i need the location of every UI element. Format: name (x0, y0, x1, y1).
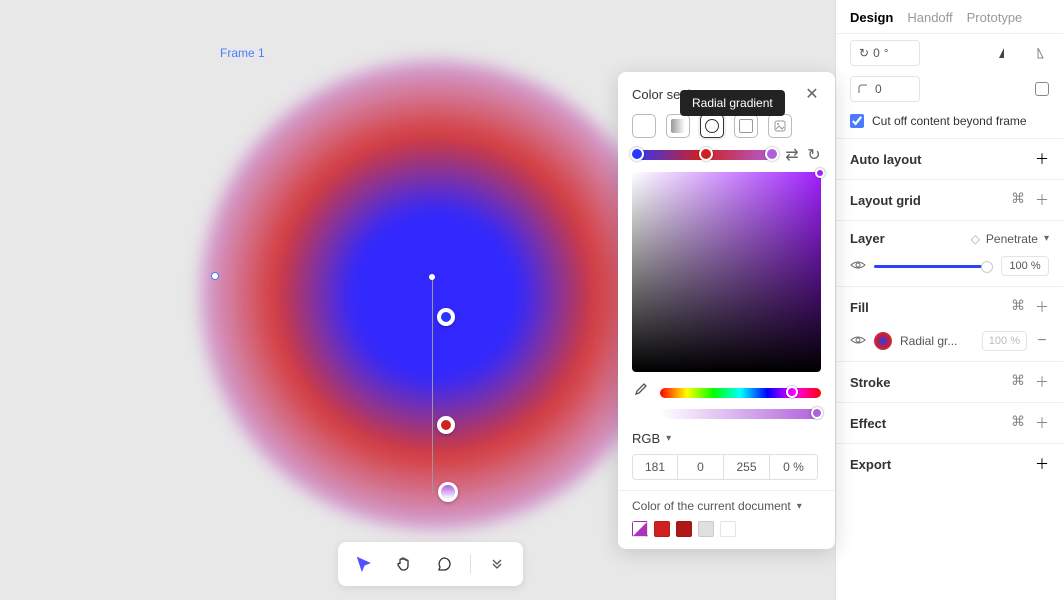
add-export-icon[interactable]: ＋ (1035, 454, 1049, 474)
section-layer: Layer (850, 231, 885, 246)
swatch[interactable] (676, 521, 692, 537)
rotate-gradient-icon[interactable]: ↻ (807, 148, 821, 162)
opacity-slider[interactable] (874, 265, 993, 268)
saturation-value-picker[interactable] (632, 172, 821, 372)
color-settings-panel: Color settings ✕ ⇄ ↻ (618, 72, 835, 549)
panel-tabs: Design Handoff Prototype (836, 0, 1063, 34)
add-auto-layout-icon[interactable]: ＋ (1035, 149, 1049, 169)
chevron-down-icon: ▾ (797, 501, 802, 512)
gradient-stop-handle-2[interactable] (437, 416, 455, 434)
color-mode-dropdown[interactable]: RGB ▾ (618, 425, 835, 450)
corner-radius-input[interactable]: 0 (850, 76, 920, 102)
more-tools-icon[interactable] (483, 550, 511, 578)
stroke-shortcut-icon[interactable]: ⌘ (1011, 372, 1025, 392)
independent-corners-icon[interactable] (1035, 82, 1049, 96)
b-input[interactable] (724, 454, 770, 480)
doc-colors-toggle[interactable]: Color of the current document ▾ (632, 499, 821, 513)
swatch[interactable] (720, 521, 736, 537)
close-icon[interactable]: ✕ (803, 84, 821, 104)
shape-radial-gradient[interactable] (200, 60, 670, 530)
rotation-input[interactable]: ↻ 0 ° (850, 40, 920, 66)
comment-tool[interactable] (430, 550, 458, 578)
gradient-center-dot[interactable] (429, 274, 435, 280)
section-stroke: Stroke (850, 375, 890, 390)
cut-off-label: Cut off content beyond frame (872, 114, 1027, 128)
alpha-input[interactable] (770, 454, 818, 480)
fill-visibility-icon[interactable] (850, 334, 866, 349)
alpha-slider[interactable] (660, 409, 821, 419)
add-fill-icon[interactable]: ＋ (1035, 297, 1049, 317)
flip-vertical-icon[interactable] (1025, 41, 1049, 65)
fill-type-solid[interactable] (632, 114, 656, 138)
blend-mode-dropdown[interactable]: ◇ Penetrate ▾ (971, 232, 1049, 246)
doc-colors-label: Color of the current document (632, 499, 791, 513)
section-effect: Effect (850, 416, 886, 431)
right-panel: Design Handoff Prototype ↻ 0 ° 0 Cut off… (835, 0, 1063, 600)
gradient-stop-handle-1[interactable] (437, 308, 455, 326)
gradient-stop-handle-3[interactable] (438, 482, 458, 502)
add-effect-icon[interactable]: ＋ (1035, 413, 1049, 433)
alpha-cursor[interactable] (811, 407, 823, 419)
chevron-down-icon: ▾ (666, 433, 671, 444)
chevron-down-icon: ▾ (1044, 233, 1049, 244)
swatch[interactable] (698, 521, 714, 537)
section-export: Export (850, 457, 891, 472)
diamond-icon: ◇ (971, 232, 980, 246)
gradient-bar-stop-3[interactable] (765, 147, 779, 161)
sv-cursor[interactable] (815, 168, 825, 178)
fill-type-linear[interactable] (666, 114, 690, 138)
section-auto-layout: Auto layout (850, 152, 922, 167)
fill-label[interactable]: Radial gr... (900, 334, 974, 348)
color-mode-label: RGB (632, 431, 660, 446)
g-input[interactable] (678, 454, 724, 480)
gradient-axis-line (432, 277, 433, 493)
eyedropper-icon[interactable] (632, 382, 650, 403)
add-stroke-icon[interactable]: ＋ (1035, 372, 1049, 392)
effect-shortcut-icon[interactable]: ⌘ (1011, 413, 1025, 433)
r-input[interactable] (632, 454, 678, 480)
flip-horizontal-icon[interactable] (993, 41, 1017, 65)
tab-design[interactable]: Design (850, 10, 893, 25)
fill-swatch[interactable] (874, 332, 892, 350)
fill-type-row (618, 114, 835, 148)
gradient-bar[interactable] (632, 150, 777, 160)
section-layout-grid: Layout grid (850, 193, 921, 208)
swatch-row (632, 521, 821, 537)
hand-tool[interactable] (390, 550, 418, 578)
swatch[interactable] (654, 521, 670, 537)
remove-fill-icon[interactable]: − (1035, 332, 1049, 350)
layout-grid-shortcut-icon[interactable]: ⌘ (1011, 190, 1025, 210)
rotation-icon: ↻ (859, 46, 869, 60)
flip-gradient-icon[interactable]: ⇄ (785, 148, 799, 162)
swatch[interactable] (632, 521, 648, 537)
fill-opacity-input[interactable]: 100 % (982, 331, 1027, 351)
opacity-input[interactable]: 100 % (1001, 256, 1049, 276)
hue-slider[interactable] (660, 388, 821, 398)
rgba-inputs (618, 450, 835, 490)
fill-type-radial[interactable] (700, 114, 724, 138)
frame-label[interactable]: Frame 1 (220, 46, 265, 60)
move-tool[interactable] (350, 550, 378, 578)
cut-off-checkbox[interactable] (850, 114, 864, 128)
section-fill: Fill (850, 300, 869, 315)
fill-shortcut-icon[interactable]: ⌘ (1011, 297, 1025, 317)
fill-type-angular[interactable] (734, 114, 758, 138)
tooltip: Radial gradient (680, 90, 785, 116)
add-layout-grid-icon[interactable]: ＋ (1035, 190, 1049, 210)
divider (470, 554, 471, 574)
opacity-thumb[interactable] (981, 261, 993, 273)
tab-handoff[interactable]: Handoff (907, 10, 952, 25)
gradient-bar-stop-1[interactable] (630, 147, 644, 161)
hue-cursor[interactable] (786, 386, 798, 398)
canvas-toolbar (338, 542, 523, 586)
tab-prototype[interactable]: Prototype (967, 10, 1023, 25)
selection-handle[interactable] (211, 272, 219, 280)
gradient-bar-stop-2[interactable] (699, 147, 713, 161)
visibility-icon[interactable] (850, 259, 866, 274)
fill-type-image[interactable] (768, 114, 792, 138)
